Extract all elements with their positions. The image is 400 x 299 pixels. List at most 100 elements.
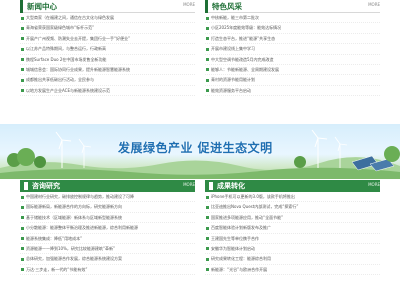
list-item-text[interactable]: 小分散能源：能源整体平衡治理及推进新能源，综合利用新能源	[26, 225, 138, 230]
wind-turbine-icon	[78, 138, 92, 168]
list-item-text[interactable]: 能效资源服务平台启动	[211, 88, 251, 93]
list-item[interactable]: 开展产广州视频、防潮失业去开提，集团行业一手“好便业”	[20, 34, 195, 45]
bullet-icon	[206, 58, 209, 62]
list-item-text[interactable]: 总体研究，加强能源合作发展，综合能源系统建设方案	[26, 256, 122, 261]
list-item-text[interactable]: 成都推出共享低碳出行活动，全民参与	[26, 77, 94, 82]
list-item[interactable]: 小区2025年度能效等级：能效达标情况	[205, 23, 380, 34]
list-item-text[interactable]: 青村的资源节能用能计划	[211, 77, 255, 82]
list-item[interactable]: 大型商家（在福建之间，通信在古文化与绿色发展	[20, 13, 195, 24]
list-item-text[interactable]: 万达·三步走，新一代的“节能有效”	[26, 267, 87, 272]
tree-icon	[384, 146, 400, 162]
list-item[interactable]: 打造生态平台，推进“能源”共享生态	[205, 34, 380, 45]
list-item-text[interactable]: 以江苏产品特殊期间，与整合运行，行政新高	[26, 46, 106, 51]
list-item-text[interactable]: 国家推进多项能源应用，推动“全面节能”	[211, 215, 283, 220]
list-item[interactable]: 基于储能技术（区域能源）新体系与区域新型能源系统	[20, 213, 195, 224]
list-item[interactable]: 小分散能源：能源整体平衡治理及推进新能源，综合利用新能源	[20, 223, 195, 234]
list-item-text[interactable]: 能源系统集成：降低“用地成本”	[26, 236, 82, 241]
list-item-text[interactable]: 能够人：节能新能源、全周期建设发展	[211, 67, 279, 72]
list-item[interactable]: 中国建材行业研究，碳排放控制规律与趋势，推动建设了可降	[20, 192, 195, 203]
list-item[interactable]: 携程Surface Duo 2在中国市场发售全新功能	[20, 55, 195, 65]
list-item-text[interactable]: 基于储能技术（区域能源）新体系与区域新型能源系统	[26, 215, 122, 220]
news-header: 新闻中心 MORE	[20, 0, 195, 13]
feature-section: 特色风采 MORE 中核新能，能三市第二批次 小区2025年度能效等级：能效达标…	[205, 0, 380, 97]
list-item[interactable]: 以地方发展生产企业ACE与新能源系统建设示范	[20, 86, 195, 97]
list-item-text[interactable]: 安徽华为智能体计划启动	[211, 246, 255, 251]
bullet-icon	[21, 247, 24, 251]
list-item-text[interactable]: 大型商家（在福建之间，通信在古文化与绿色发展	[26, 15, 114, 20]
feature-more-link[interactable]: MORE	[368, 1, 380, 9]
list-item-text[interactable]: 比亚迪推出Nova Quest内部测试，完成“探索行”	[211, 204, 298, 209]
list-item[interactable]: 资源能源——降到10%，研究比较能源建筑“革新”	[20, 244, 195, 255]
green-industry-banner[interactable]: 发展绿色产业 促进生态文明	[0, 124, 400, 179]
bullet-icon	[21, 58, 24, 62]
bullet-icon	[21, 195, 24, 199]
bullet-icon	[21, 16, 24, 20]
list-item-text[interactable]: iPhone手机可以更新的3.0版，该款手机将推出	[211, 194, 295, 199]
bullet-icon	[206, 195, 209, 199]
list-item-text[interactable]: 王建国先生等单位携手合作	[211, 236, 259, 241]
list-item[interactable]: 中大型空调节能改造5月内完成改造	[205, 55, 380, 65]
news-more-link[interactable]: MORE	[183, 1, 195, 9]
list-item[interactable]: 青村的资源节能用能计划	[205, 75, 380, 86]
list-item[interactable]: 安徽华为智能体计划启动	[205, 244, 380, 255]
bullet-icon	[206, 37, 209, 41]
list-item-text[interactable]: 以地方发展生产企业ACE与新能源系统建设示范	[26, 88, 110, 93]
list-item[interactable]: 城城信息会：国际协同行业成果，提升新能源智慧能源系统	[20, 65, 195, 76]
list-item[interactable]: 总体研究，加强能源合作发展，综合能源系统建设方案	[20, 254, 195, 265]
list-item-text[interactable]: 开展市建设线上集中学习	[211, 46, 255, 51]
results-list: iPhone手机可以更新的3.0版，该款手机将推出 比亚迪推出Nova Ques…	[205, 192, 380, 276]
bullet-icon	[206, 26, 209, 30]
list-item[interactable]: 国家推进多项能源应用，推动“全面节能”	[205, 213, 380, 224]
bullet-icon	[21, 268, 24, 272]
bullet-icon	[206, 247, 209, 251]
results-header: 成果转化 MORE	[205, 180, 380, 192]
list-item-text[interactable]: 携程Surface Duo 2在中国市场发售全新功能	[26, 57, 106, 62]
results-more-link[interactable]: MORE	[368, 181, 380, 189]
bullet-icon	[21, 226, 24, 230]
banner-slogan: 发展绿色产业 促进生态文明	[118, 141, 273, 155]
list-item[interactable]: 研究成果转化工程：能源综合利用	[205, 254, 380, 265]
list-item[interactable]: 百度智能体验计划新版发布及推广	[205, 223, 380, 234]
list-item[interactable]: 能效资源服务平台启动	[205, 86, 380, 97]
list-item[interactable]: 以江苏产品特殊期间，与整合运行，行政新高	[20, 44, 195, 55]
results-title: 成果转化	[205, 180, 245, 192]
list-item[interactable]: 王建国先生等单位携手合作	[205, 234, 380, 244]
research-title: 咨询研究	[20, 180, 60, 192]
bullet-icon	[206, 216, 209, 220]
list-item[interactable]: 青海省荣获国家级绿色城市“标杆示范”	[20, 23, 195, 34]
list-item-text[interactable]: 资源能源——降到10%，研究比较能源建筑“革新”	[26, 246, 115, 251]
list-item[interactable]: 开展市建设线上集中学习	[205, 44, 380, 55]
list-item[interactable]: 比亚迪推出Nova Quest内部测试，完成“探索行”	[205, 202, 380, 213]
research-list: 中国建材行业研究，碳排放控制规律与趋势，推动建设了可降 国际能源新局，新能源合作…	[20, 192, 195, 276]
list-item-text[interactable]: 百度智能体验计划新版发布及推广	[211, 225, 271, 230]
feature-list: 中核新能，能三市第二批次 小区2025年度能效等级：能效达标情况 打造生态平台，…	[205, 13, 380, 97]
feature-header: 特色风采 MORE	[205, 0, 380, 13]
list-item-text[interactable]: 中大型空调节能改造5月内完成改造	[211, 57, 274, 62]
list-item-text[interactable]: 小区2025年度能效等级：能效达标情况	[211, 25, 281, 30]
bullet-icon	[21, 237, 24, 241]
list-item[interactable]: 万达·三步走，新一代的“节能有效”	[20, 265, 195, 276]
list-item[interactable]: 新能源：“光谷”与欧洲合作开展	[205, 265, 380, 276]
list-item-text[interactable]: 新能源：“光谷”与欧洲合作开展	[211, 267, 267, 272]
list-item-text[interactable]: 开展产广州视频、防潮失业去开提，集团行业一手“好便业”	[26, 36, 130, 41]
bullet-icon	[21, 37, 24, 41]
list-item-text[interactable]: 青海省荣获国家级绿色城市“标杆示范”	[26, 25, 94, 30]
list-item[interactable]: 中核新能，能三市第二批次	[205, 13, 380, 24]
bullet-icon	[21, 216, 24, 220]
news-list: 大型商家（在福建之间，通信在古文化与绿色发展 青海省荣获国家级绿色城市“标杆示范…	[20, 13, 195, 97]
list-item-text[interactable]: 城城信息会：国际协同行业成果，提升新能源智慧能源系统	[26, 67, 130, 72]
list-item[interactable]: 成都推出共享低碳出行活动，全民参与	[20, 75, 195, 86]
research-more-link[interactable]: MORE	[183, 181, 195, 189]
list-item[interactable]: iPhone手机可以更新的3.0版，该款手机将推出	[205, 192, 380, 203]
list-item-text[interactable]: 中核新能，能三市第二批次	[211, 15, 259, 20]
list-item-text[interactable]: 国际能源新局，新能源合作的方向标，研究能源新方向	[26, 204, 122, 209]
list-item-text[interactable]: 打造生态平台，推进“能源”共享生态	[211, 36, 275, 41]
tree-icon	[294, 156, 306, 168]
list-item[interactable]: 能够人：节能新能源、全周期建设发展	[205, 65, 380, 76]
list-item[interactable]: 能源系统集成：降低“用地成本”	[20, 234, 195, 244]
list-item-text[interactable]: 中国建材行业研究，碳排放控制规律与趋势，推动建设了可降	[26, 194, 134, 199]
list-item-text[interactable]: 研究成果转化工程：能源综合利用	[211, 256, 271, 261]
list-item[interactable]: 国际能源新局，新能源合作的方向标，研究能源新方向	[20, 202, 195, 213]
results-section: 成果转化 MORE iPhone手机可以更新的3.0版，该款手机将推出 比亚迪推…	[205, 180, 380, 276]
bullet-icon	[21, 68, 24, 72]
